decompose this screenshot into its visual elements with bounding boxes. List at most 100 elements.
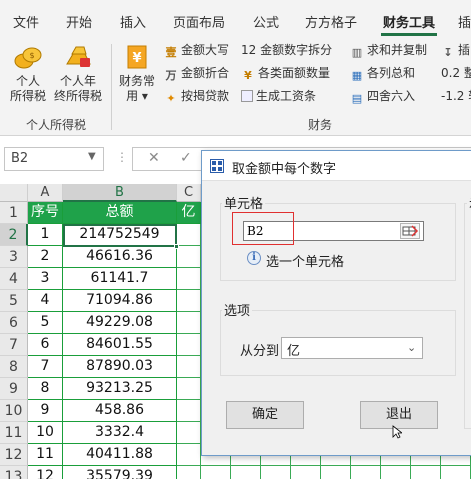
- grid-cell[interactable]: [411, 466, 441, 479]
- grid-cell[interactable]: [177, 334, 201, 356]
- amount-cell[interactable]: 458.86: [63, 400, 177, 422]
- round-half-even-button[interactable]: ▤ 四舍六入: [350, 87, 415, 105]
- tab-insert-partial[interactable]: 插: [458, 12, 471, 31]
- enter-icon[interactable]: ✓: [180, 150, 192, 166]
- tab-finance-tools[interactable]: 财务工具: [383, 12, 435, 31]
- grid-cell[interactable]: [177, 290, 201, 312]
- amount-cell[interactable]: 49229.08: [63, 312, 177, 334]
- amount-cell[interactable]: 46616.36: [63, 246, 177, 268]
- personal-income-tax-button[interactable]: $ 个人 所得税: [6, 40, 50, 104]
- tab-insert[interactable]: 插入: [120, 12, 146, 31]
- dialog-title-bar[interactable]: 取金额中每个数字: [202, 151, 471, 181]
- row-header[interactable]: 12: [0, 444, 28, 466]
- index-cell[interactable]: 3: [28, 268, 63, 290]
- row-header[interactable]: 2: [0, 224, 28, 246]
- amount-cell[interactable]: 71094.86: [63, 290, 177, 312]
- split-unit-select[interactable]: 亿: [281, 337, 423, 359]
- mortgage-loan-button[interactable]: ✦ 按揭贷款: [164, 87, 229, 105]
- row-header[interactable]: 5: [0, 290, 28, 312]
- header-cell[interactable]: 总额: [63, 202, 177, 224]
- amount-cell[interactable]: 214752549: [63, 224, 177, 246]
- row-header[interactable]: 6: [0, 312, 28, 334]
- column-header-b[interactable]: B: [63, 184, 177, 202]
- amount-cell[interactable]: 3332.4: [63, 422, 177, 444]
- index-cell[interactable]: 9: [28, 400, 63, 422]
- index-cell[interactable]: 12: [28, 466, 63, 479]
- amount-cell[interactable]: 87890.03: [63, 356, 177, 378]
- grid-cell[interactable]: [177, 312, 201, 334]
- grid-cell[interactable]: [177, 378, 201, 400]
- row-header[interactable]: 1: [0, 202, 28, 224]
- tab-page-layout[interactable]: 页面布局: [173, 12, 225, 31]
- fill-handle[interactable]: [174, 244, 179, 249]
- index-cell[interactable]: 2: [28, 246, 63, 268]
- generate-payslip-button[interactable]: 生成工资条: [241, 87, 316, 105]
- preview-group: [464, 203, 471, 429]
- tab-fangfanggezi[interactable]: 方方格子: [305, 12, 357, 31]
- ok-button[interactable]: 确定: [226, 401, 304, 429]
- grid-cell[interactable]: [177, 224, 201, 246]
- row-header[interactable]: 9: [0, 378, 28, 400]
- row-header[interactable]: 10: [0, 400, 28, 422]
- row-header[interactable]: 11: [0, 422, 28, 444]
- annual-bonus-tax-button[interactable]: 个人年 终所得税: [52, 40, 104, 104]
- grid-cell[interactable]: [231, 466, 261, 479]
- cell-reference-input[interactable]: B2: [243, 221, 424, 241]
- index-cell[interactable]: 8: [28, 378, 63, 400]
- amount-cell[interactable]: 84601.55: [63, 334, 177, 356]
- index-cell[interactable]: 6: [28, 334, 63, 356]
- tab-file[interactable]: 文件: [13, 12, 39, 31]
- grid-cell[interactable]: [351, 466, 381, 479]
- header-cell[interactable]: 序号: [28, 202, 63, 224]
- row-header[interactable]: 8: [0, 356, 28, 378]
- grid-cell[interactable]: [321, 466, 351, 479]
- grid-cell[interactable]: [381, 466, 411, 479]
- chevron-down-icon[interactable]: ▼: [88, 151, 96, 162]
- amount-cell[interactable]: 35579.39: [63, 466, 177, 479]
- index-cell[interactable]: 11: [28, 444, 63, 466]
- convert-sign-button[interactable]: -1.2 转: [441, 87, 471, 105]
- denomination-count-button[interactable]: ¥ 各类面额数量: [241, 64, 330, 82]
- grid-cell[interactable]: [177, 268, 201, 290]
- index-cell[interactable]: 10: [28, 422, 63, 444]
- row-header[interactable]: 3: [0, 246, 28, 268]
- range-picker-button[interactable]: [400, 223, 420, 239]
- grid-cell[interactable]: [177, 466, 201, 479]
- grid-cell[interactable]: [177, 400, 201, 422]
- index-cell[interactable]: 1: [28, 224, 63, 246]
- row-header[interactable]: 4: [0, 268, 28, 290]
- chevron-down-icon[interactable]: ⌄: [407, 341, 416, 354]
- amount-uppercase-button[interactable]: 壹金额大写: [164, 41, 230, 59]
- finance-common-button[interactable]: ¥ 财务常 用 ▾: [116, 40, 158, 104]
- round-decimal-button[interactable]: 0.2 整: [441, 64, 471, 82]
- amount-cell[interactable]: 40411.88: [63, 444, 177, 466]
- row-header[interactable]: 13: [0, 466, 28, 479]
- tab-home[interactable]: 开始: [66, 12, 92, 31]
- grid-cell[interactable]: [291, 466, 321, 479]
- column-header-a[interactable]: A: [28, 184, 63, 202]
- index-cell[interactable]: 5: [28, 312, 63, 334]
- grid-cell[interactable]: [177, 422, 201, 444]
- grid-cell[interactable]: [441, 466, 471, 479]
- grid-cell[interactable]: [201, 466, 231, 479]
- column-header-c[interactable]: C: [177, 184, 201, 202]
- insert-button[interactable]: ↧ 插: [441, 41, 470, 59]
- cancel-icon[interactable]: ✕: [148, 150, 160, 166]
- drag-handle-icon[interactable]: ⋮: [116, 150, 128, 164]
- amount-cell[interactable]: 61141.7: [63, 268, 177, 290]
- header-cell[interactable]: 亿: [177, 202, 201, 224]
- index-cell[interactable]: 4: [28, 290, 63, 312]
- grid-cell[interactable]: [177, 356, 201, 378]
- amount-cell[interactable]: 93213.25: [63, 378, 177, 400]
- column-sum-button[interactable]: ▦ 各列总和: [350, 64, 415, 82]
- grid-cell[interactable]: [177, 246, 201, 268]
- row-header[interactable]: 7: [0, 334, 28, 356]
- grid-cell[interactable]: [261, 466, 291, 479]
- amount-convert-button[interactable]: 万金额折合: [164, 64, 230, 82]
- select-all-corner[interactable]: [0, 184, 28, 202]
- split-digits-button[interactable]: 12 金额数字拆分: [241, 41, 332, 59]
- tab-formulas[interactable]: 公式: [253, 12, 279, 31]
- sum-copy-button[interactable]: ▥ 求和并复制: [350, 41, 427, 59]
- grid-cell[interactable]: [177, 444, 201, 466]
- index-cell[interactable]: 7: [28, 356, 63, 378]
